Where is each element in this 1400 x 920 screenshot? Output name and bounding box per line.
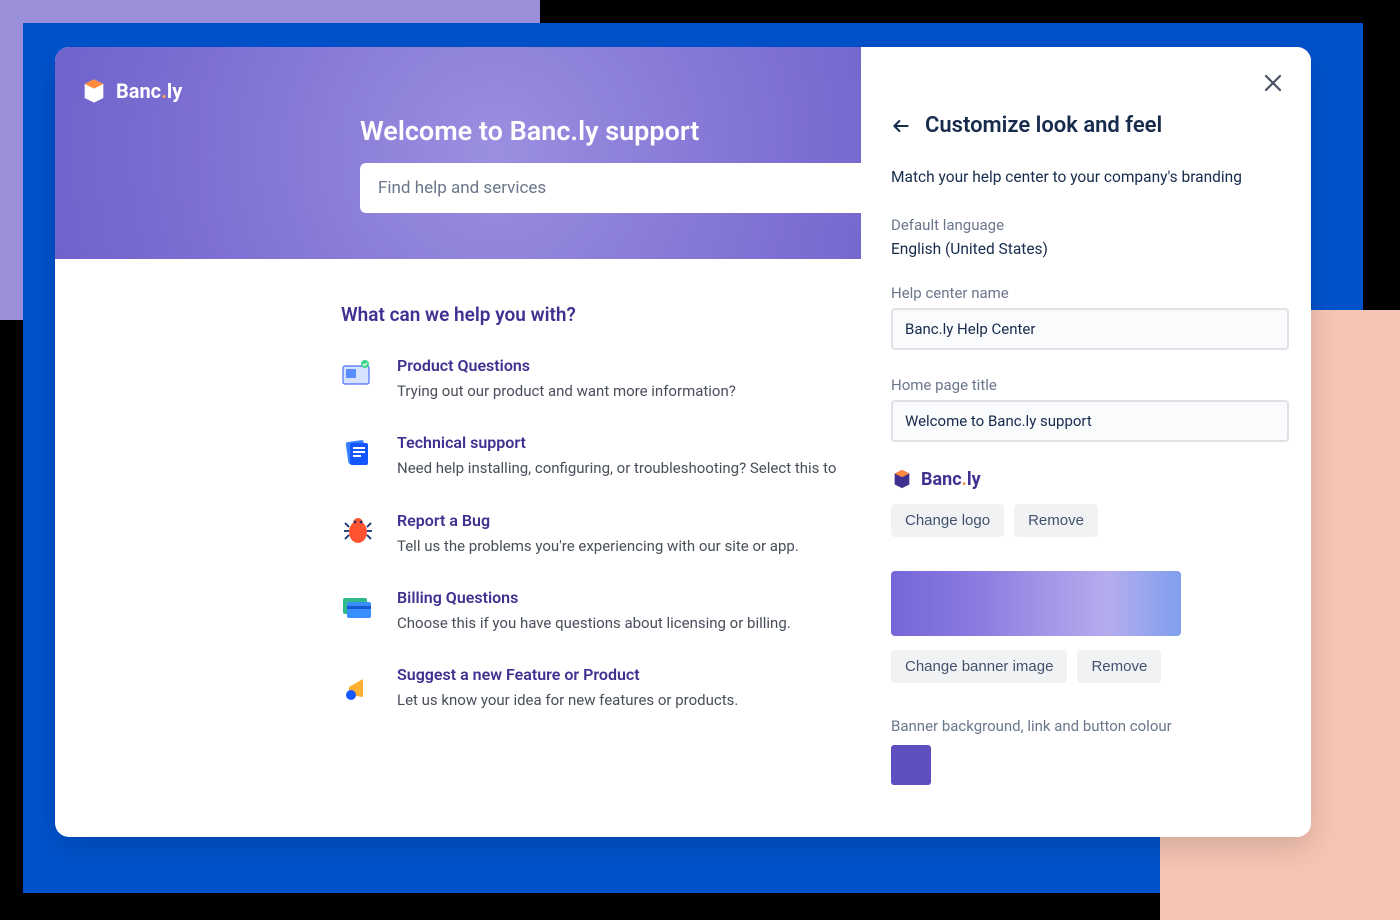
topic-title: Billing Questions [397,588,791,607]
topic-title: Technical support [397,433,836,452]
home-page-title-label: Home page title [891,376,1281,394]
default-language-value: English (United States) [891,240,1281,258]
logo-preview-text: Banc.ly [921,469,981,490]
remove-logo-button[interactable]: Remove [1014,504,1098,537]
panel-title: Customize look and feel [925,113,1162,138]
monitor-icon [341,358,375,392]
megaphone-icon [341,667,375,701]
banner-preview [891,571,1181,636]
banner-color-label: Banner background, link and button colou… [891,717,1281,735]
topic-desc: Let us know your idea for new features o… [397,690,738,710]
topic-desc: Tell us the problems you're experiencing… [397,536,799,556]
remove-banner-button[interactable]: Remove [1077,650,1161,683]
logo-preview: Banc.ly [891,468,1281,490]
help-center-name-label: Help center name [891,284,1281,302]
topic-desc: Trying out our product and want more inf… [397,381,736,401]
doc-icon [341,435,375,469]
card-icon [341,590,375,624]
home-page-title-input[interactable]: Welcome to Banc.ly support [891,400,1289,442]
topic-title: Report a Bug [397,511,799,530]
panel-subtitle: Match your help center to your company's… [891,168,1281,186]
close-icon[interactable] [1261,71,1285,95]
back-arrow-icon[interactable] [891,116,911,136]
banner-color-swatch[interactable] [891,745,931,785]
bug-icon [341,513,375,547]
topic-desc: Choose this if you have questions about … [397,613,791,633]
topic-desc: Need help installing, configuring, or tr… [397,458,836,478]
change-logo-button[interactable]: Change logo [891,504,1004,537]
help-center-app: Banc.ly Welcome to Banc.ly support Find … [55,47,1311,837]
help-center-name-input[interactable]: Banc.ly Help Center [891,308,1289,350]
default-language-label: Default language [891,216,1281,234]
brand-logo-icon [80,77,108,105]
change-banner-button[interactable]: Change banner image [891,650,1067,683]
topic-title: Product Questions [397,356,736,375]
brand-name: Banc.ly [116,79,182,103]
topic-title: Suggest a new Feature or Product [397,665,738,684]
customize-panel: Customize look and feel Match your help … [861,47,1311,837]
brand-logo-icon [891,468,913,490]
